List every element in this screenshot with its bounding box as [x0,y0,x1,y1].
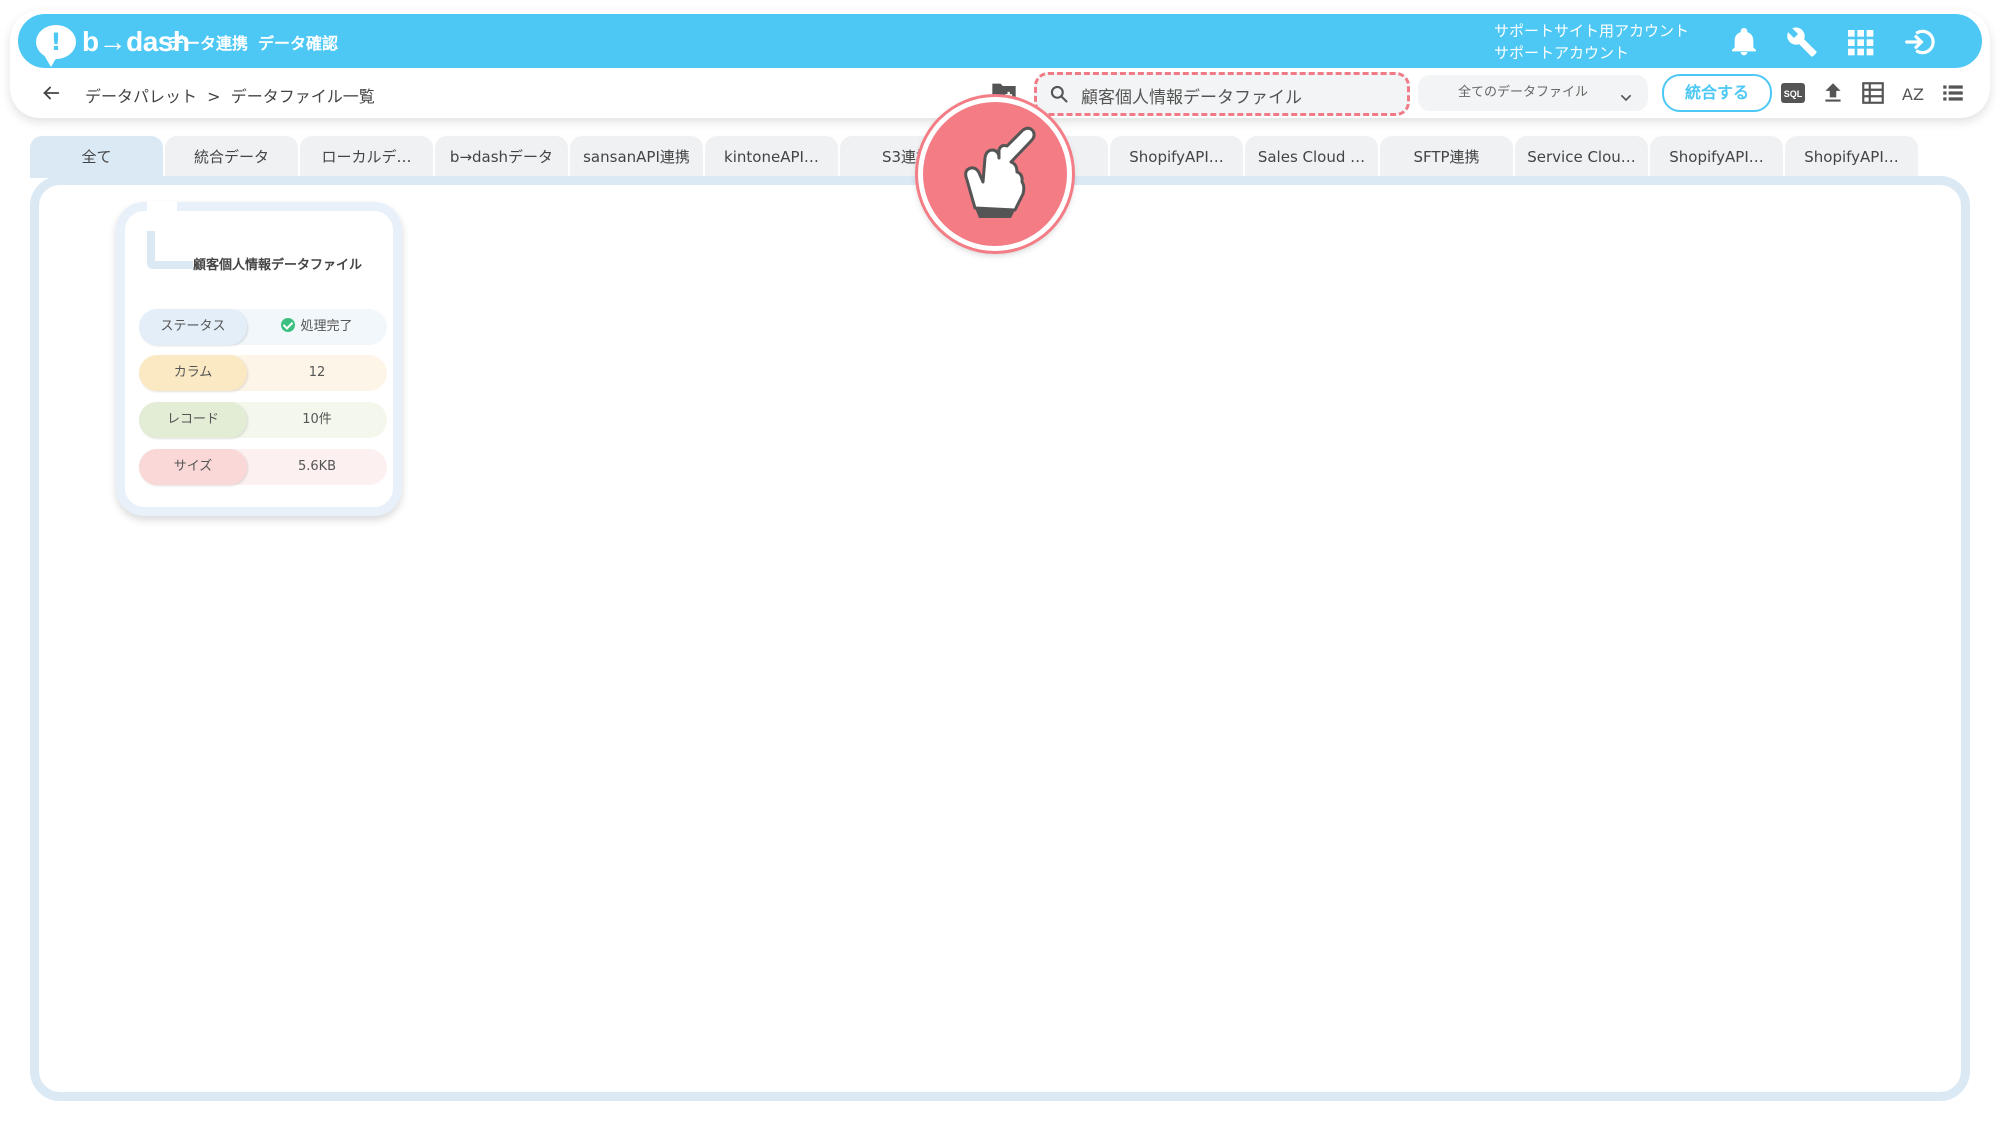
file-title: 顧客個人情報データファイル [193,258,363,273]
search-box[interactable] [1034,72,1410,116]
column-row: カラム 12 [139,355,387,391]
tab-sales-cloud[interactable]: Sales Cloud … [1245,136,1378,178]
logo[interactable]: ! b→dash [36,22,190,67]
check-circle-icon [281,318,296,332]
tab-sansan[interactable]: sansanAPI連携 [570,136,703,178]
wrench-icon[interactable] [1786,26,1818,58]
account-line-1: サポートサイト用アカウント [1494,22,1690,40]
top-header: ! b→dash データ連携 データ確認 サポートサイト用アカウント サポートア… [18,14,1982,68]
tab-integrated[interactable]: 統合データ [165,136,298,178]
back-arrow-icon[interactable] [40,82,62,104]
tab-shopify-1[interactable]: ShopifyAPI… [1110,136,1243,178]
size-row: サイズ 5.6KB [139,449,387,485]
search-icon [1049,84,1069,104]
tab-bdash[interactable]: b→dashデータ [435,136,568,178]
record-label: レコード [139,402,247,438]
account-line-2: サポートアカウント [1494,44,1630,62]
status-value: 処理完了 [247,309,387,345]
size-value: 5.6KB [297,459,337,474]
file-type-select[interactable]: 全てのデータファイル [1418,75,1648,111]
record-value: 10件 [302,412,332,427]
column-label: カラム [139,355,247,391]
tab-sftp[interactable]: SFTP連携 [1380,136,1513,178]
nav-data-integration[interactable]: データ連携 [168,30,248,54]
breadcrumb[interactable]: データパレット > データファイル一覧 [85,83,375,107]
svg-text:SQL: SQL [1784,89,1803,99]
tab-all[interactable]: 全て [30,136,163,178]
merge-button[interactable]: 統合する [1662,74,1772,112]
hand-pointer-icon [918,97,1072,251]
tab-service-cloud[interactable]: Service Clou… [1515,136,1648,178]
sql-icon[interactable]: SQL [1780,80,1806,106]
column-value: 12 [308,365,326,380]
file-icon [147,201,193,269]
sort-az-icon[interactable]: AZ [1900,80,1926,106]
list-view-icon[interactable] [1940,80,1966,106]
status-label: ステータス [139,309,247,345]
logo-bubble-icon: ! [36,25,76,67]
svg-text:AZ: AZ [1902,85,1924,104]
tab-local[interactable]: ローカルデ… [300,136,433,178]
grid-icon[interactable] [1844,26,1876,58]
file-type-select-value: 全てのデータファイル [1458,85,1589,100]
tab-shopify-3[interactable]: ShopifyAPI… [1785,136,1918,178]
record-row: レコード 10件 [139,402,387,438]
table-view-icon[interactable] [1860,80,1886,106]
size-label: サイズ [139,449,247,485]
upload-icon[interactable] [1820,80,1846,106]
tab-kintone[interactable]: kintoneAPI… [705,136,838,178]
data-file-card[interactable]: 顧客個人情報データファイル ステータス 処理完了 カラム 12 レコード 10件… [116,201,402,516]
logout-icon[interactable] [1904,26,1936,58]
tab-shopify-2[interactable]: ShopifyAPI… [1650,136,1783,178]
bell-icon[interactable] [1728,26,1760,58]
account-info[interactable]: サポートサイト用アカウント サポートアカウント [1494,20,1689,64]
nav-data-confirm[interactable]: データ確認 [258,30,338,54]
status-row: ステータス 処理完了 [139,309,387,345]
chevron-down-icon [1618,85,1634,102]
search-input[interactable] [1079,79,1398,111]
